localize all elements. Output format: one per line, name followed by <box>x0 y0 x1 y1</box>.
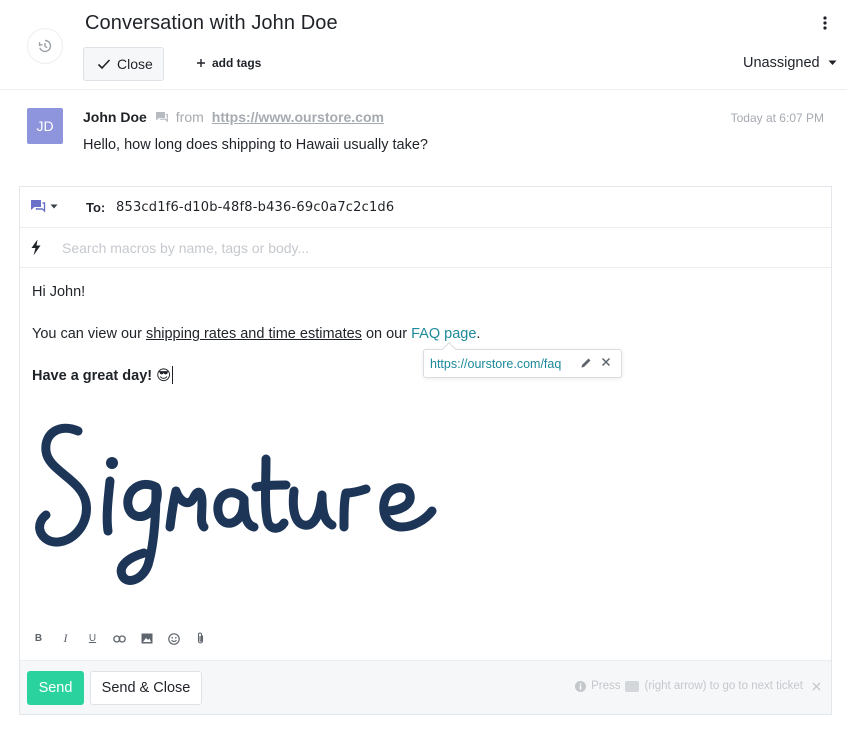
popover-url-link[interactable]: https://ourstore.com/faq <box>430 357 561 371</box>
more-options-button[interactable] <box>818 14 832 32</box>
attachment-button[interactable] <box>194 632 207 645</box>
closing-text: Have a great day! 😎 <box>32 368 172 384</box>
italic-button[interactable]: I <box>59 631 72 645</box>
right-arrow-key <box>625 680 640 692</box>
assignee-label: Unassigned <box>743 55 820 71</box>
body-mid: on our <box>361 326 412 342</box>
link-button[interactable] <box>113 632 126 645</box>
add-tags-label: add tags <box>212 56 262 70</box>
shipping-rates-link[interactable]: shipping rates and time estimates <box>146 326 362 342</box>
channel-selector[interactable] <box>30 199 58 213</box>
close-ticket-button[interactable]: Close <box>83 47 164 81</box>
body-suffix: . <box>476 326 481 342</box>
pencil-icon[interactable] <box>580 357 592 369</box>
link-popover: https://ourstore.com/faq <box>423 341 622 378</box>
to-label: To: <box>86 200 106 215</box>
greeting-line: Hi John! <box>32 284 86 300</box>
message-header: John Doe from https://www.ourstore.com <box>83 109 384 125</box>
assignee-dropdown[interactable]: Unassigned <box>743 55 837 71</box>
caret-down-icon <box>828 60 837 65</box>
signature-image <box>35 423 437 585</box>
underline-button[interactable]: U <box>86 632 99 645</box>
faq-link[interactable]: FAQ page <box>411 326 476 342</box>
chat-icon <box>31 200 46 213</box>
formatting-toolbar: B I U <box>32 631 207 645</box>
sender-name: John Doe <box>83 109 147 125</box>
bold-button[interactable]: B <box>32 632 45 645</box>
history-icon <box>38 39 52 53</box>
reply-composer: To: 853cd1f6-d10b-48f8-b436-69c0a7c2c1d6… <box>19 186 832 715</box>
recipient-row: To: 853cd1f6-d10b-48f8-b436-69c0a7c2c1d6 <box>20 187 831 228</box>
check-icon <box>97 59 111 70</box>
message-body: Hello, how long does shipping to Hawaii … <box>83 137 428 153</box>
body-line: You can view our shipping rates and time… <box>32 324 480 344</box>
chat-icon <box>155 112 168 123</box>
link-icon <box>113 634 126 643</box>
add-tags-button[interactable]: add tags <box>196 56 261 70</box>
hint-prefix: Press <box>591 680 621 692</box>
emoji-button[interactable] <box>167 632 180 645</box>
plus-icon <box>197 59 205 67</box>
macro-search-row <box>20 228 831 268</box>
close-button-label: Close <box>117 56 153 72</box>
image-icon <box>141 633 152 644</box>
composer-footer: Send Send & Close Press (right arrow) to… <box>20 660 831 714</box>
message-timestamp: Today at 6:07 PM <box>730 111 824 125</box>
recipient-field[interactable]: 853cd1f6-d10b-48f8-b436-69c0a7c2c1d6 <box>116 200 394 215</box>
page-title: Conversation with John Doe <box>85 12 338 34</box>
send-button[interactable]: Send <box>27 671 84 705</box>
avatar: JD <box>27 108 63 144</box>
emoji-icon <box>167 632 180 645</box>
body-prefix: You can view our <box>32 326 146 342</box>
info-icon <box>575 680 587 692</box>
send-and-close-button[interactable]: Send & Close <box>90 671 202 705</box>
popover-arrow <box>441 341 457 357</box>
conversation-header: Conversation with John Doe Close add tag… <box>0 0 847 90</box>
hint-suffix: (right arrow) to go to next ticket <box>644 680 803 692</box>
text-cursor <box>172 366 174 384</box>
close-icon[interactable] <box>812 682 821 691</box>
history-button[interactable] <box>27 28 63 64</box>
source-url-link[interactable]: https://www.ourstore.com <box>212 109 384 125</box>
kebab-menu-icon <box>823 16 827 30</box>
caret-down-icon <box>50 204 58 208</box>
bolt-icon <box>31 239 41 256</box>
closing-line: Have a great day! 😎 <box>32 366 174 386</box>
from-label: from <box>175 109 204 125</box>
close-icon[interactable] <box>601 357 611 367</box>
attachment-icon <box>197 632 204 644</box>
keyboard-hint: Press (right arrow) to go to next ticket <box>575 680 821 692</box>
image-button[interactable] <box>140 632 153 645</box>
macro-search-input[interactable] <box>62 237 802 259</box>
